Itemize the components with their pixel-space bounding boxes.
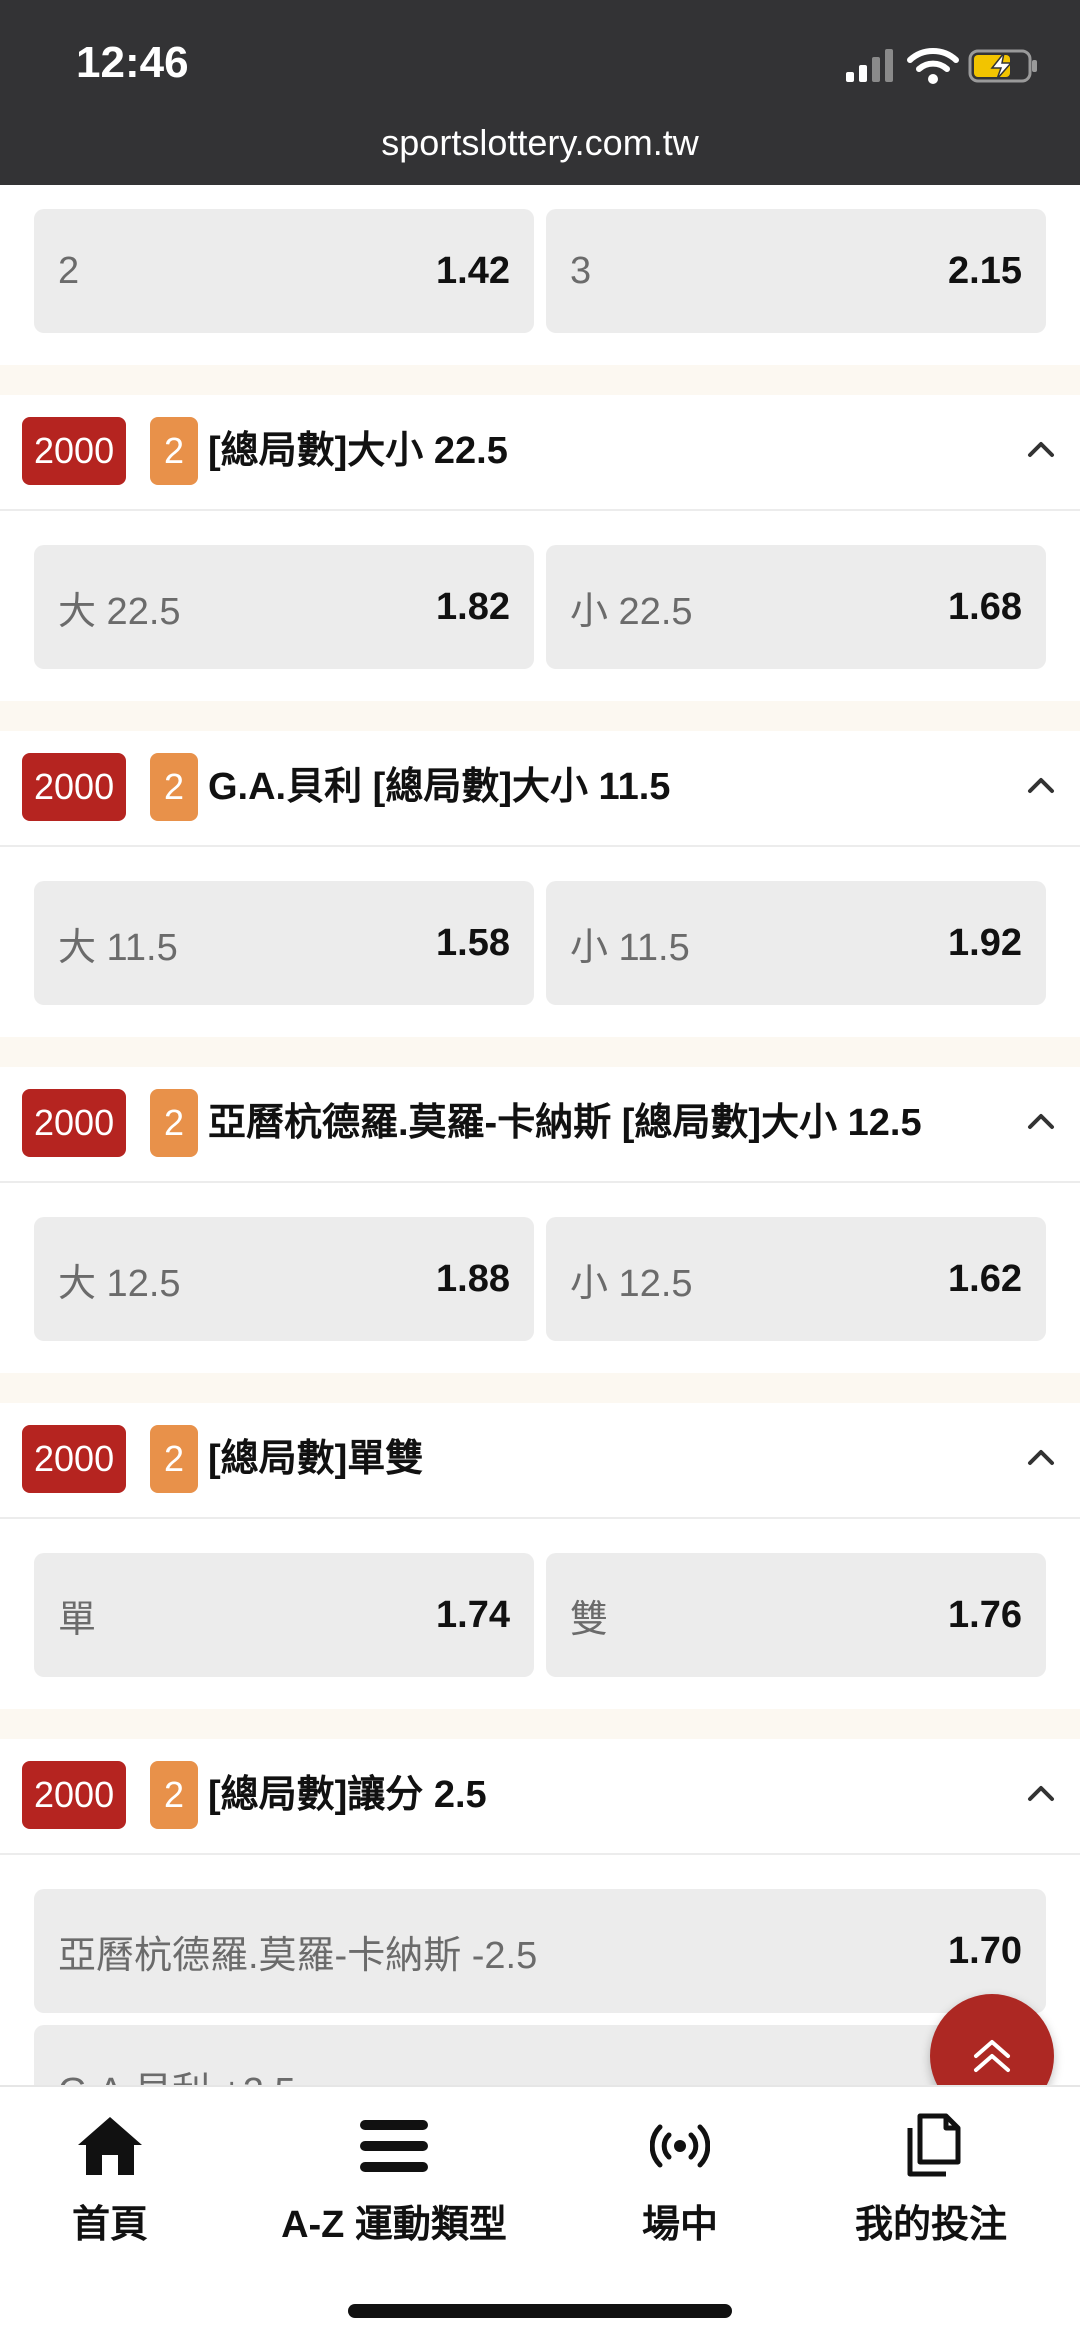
live-broadcast-icon: [650, 2124, 710, 2168]
wifi-icon: [907, 48, 959, 84]
odds-row: 大 22.5 1.82 小 22.5 1.68: [34, 545, 1046, 669]
tab-sports-az[interactable]: A-Z 運動類型: [254, 2111, 534, 2248]
odds-value: 1.74: [436, 1593, 510, 1636]
odds-label: 小 12.5: [570, 1262, 693, 1305]
odds-row: G.A.貝利 +2.5: [34, 2025, 1046, 2085]
odds-button[interactable]: 小 11.5 1.92: [546, 881, 1046, 1005]
chevron-up-icon[interactable]: [1026, 1783, 1056, 1803]
double-chevron-up-icon: [974, 2040, 1010, 2072]
market-id-badge: 2000: [22, 753, 127, 821]
market-id-badge: 2000: [22, 1761, 127, 1829]
tab-live[interactable]: 場中: [600, 2111, 760, 2248]
odds-row: 大 11.5 1.58 小 11.5 1.92: [34, 881, 1046, 1005]
odds-value: 1.68: [948, 585, 1022, 628]
odds-label: 大 11.5: [58, 926, 178, 969]
section-separator: [0, 365, 1080, 395]
tab-home[interactable]: 首頁: [30, 2111, 190, 2248]
odds-button[interactable]: 小 12.5 1.62: [546, 1217, 1046, 1341]
odds-label: 大 22.5: [58, 590, 181, 633]
market-id-badge: 2000: [22, 1089, 127, 1157]
market-header[interactable]: 2000 2 [總局數]讓分 2.5: [0, 1739, 1080, 1855]
odds-button[interactable]: 亞曆杭德羅.莫羅-卡納斯 -2.5 1.70: [34, 1889, 1046, 2013]
home-indicator: [348, 2304, 732, 2318]
odds-label: 雙: [570, 1598, 609, 1641]
odds-label: 單: [58, 1598, 97, 1641]
odds-button[interactable]: 3 2.15: [546, 209, 1046, 333]
chevron-up-icon[interactable]: [1026, 775, 1056, 795]
tab-my-bets[interactable]: 我的投注: [836, 2111, 1026, 2248]
odds-value: 1.70: [948, 1929, 1022, 1972]
odds-value: 1.88: [436, 1257, 510, 1300]
odds-label: 小 22.5: [570, 590, 693, 633]
section-separator: [0, 701, 1080, 731]
section-separator: [0, 1373, 1080, 1403]
market-count-badge: 2: [150, 1761, 198, 1829]
odds-button[interactable]: 雙 1.76: [546, 1553, 1046, 1677]
odds-value: 1.62: [948, 1257, 1022, 1300]
odds-value: 1.92: [948, 921, 1022, 964]
odds-label: 2: [58, 249, 80, 292]
market-count-badge: 2: [150, 417, 198, 485]
odds-value: 1.42: [436, 249, 510, 292]
cellular-signal-icon: [846, 49, 893, 82]
bottom-tab-bar: 首頁 A-Z 運動類型 場中 我的投注: [0, 2085, 1080, 2339]
chevron-up-icon[interactable]: [1026, 439, 1056, 459]
market-title: [總局數]單雙: [208, 1438, 424, 1480]
status-bar: 12:46 sportslottery.com.tw: [0, 0, 1080, 185]
tab-label: 場中: [641, 2204, 718, 2246]
odds-button[interactable]: 小 22.5 1.68: [546, 545, 1046, 669]
battery-charging-icon: [968, 49, 1037, 83]
odds-label: 小 11.5: [570, 926, 690, 969]
odds-button[interactable]: 大 22.5 1.82: [34, 545, 534, 669]
chevron-up-icon[interactable]: [1026, 1111, 1056, 1131]
chevron-up-icon[interactable]: [1026, 1447, 1056, 1467]
odds-row: 亞曆杭德羅.莫羅-卡納斯 -2.5 1.70: [34, 1889, 1046, 2013]
market-count-badge: 2: [150, 1089, 198, 1157]
odds-value: 1.82: [436, 585, 510, 628]
tab-label: 我的投注: [854, 2204, 1007, 2246]
market-header[interactable]: 2000 2 G.A.貝利 [總局數]大小 11.5: [0, 731, 1080, 847]
odds-button[interactable]: 大 12.5 1.88: [34, 1217, 534, 1341]
odds-button[interactable]: G.A.貝利 +2.5: [34, 2025, 1046, 2085]
market-id-badge: 2000: [22, 1425, 127, 1493]
odds-row: 大 12.5 1.88 小 12.5 1.62: [34, 1217, 1046, 1341]
odds-label: 亞曆杭德羅.莫羅-卡納斯 -2.5: [58, 1934, 538, 1977]
market-title: G.A.貝利 [總局數]大小 11.5: [208, 766, 671, 808]
odds-button[interactable]: 2 1.42: [34, 209, 534, 333]
tab-label: 首頁: [71, 2204, 148, 2246]
browser-url[interactable]: sportslottery.com.tw: [0, 122, 1080, 164]
home-icon: [78, 2117, 142, 2175]
section-separator: [0, 1037, 1080, 1067]
odds-label: G.A.貝利 +2.5: [58, 2060, 296, 2086]
market-id-badge: 2000: [22, 417, 127, 485]
market-title: [總局數]大小 22.5: [208, 430, 508, 472]
tab-label: A-Z 運動類型: [281, 2204, 507, 2246]
market-header[interactable]: 2000 2 [總局數]大小 22.5: [0, 395, 1080, 511]
market-list: 2 1.42 3 2.15 2000 2 [總局數]大小 22.5 大 22.5…: [0, 185, 1080, 2085]
odds-value: 1.76: [948, 1593, 1022, 1636]
section-separator: [0, 1709, 1080, 1739]
odds-label: 大 12.5: [58, 1262, 181, 1305]
status-time: 12:46: [76, 38, 189, 87]
market-title: 亞曆杭德羅.莫羅-卡納斯 [總局數]大小 12.5: [208, 1102, 922, 1144]
odds-button[interactable]: 單 1.74: [34, 1553, 534, 1677]
market-count-badge: 2: [150, 753, 198, 821]
odds-row: 單 1.74 雙 1.76: [34, 1553, 1046, 1677]
odds-value: 1.58: [436, 921, 510, 964]
menu-icon: [360, 2120, 428, 2172]
market-title: [總局數]讓分 2.5: [208, 1774, 487, 1816]
odds-label: 3: [570, 249, 592, 292]
market-header[interactable]: 2000 2 [總局數]單雙: [0, 1403, 1080, 1519]
market-header[interactable]: 2000 2 亞曆杭德羅.莫羅-卡納斯 [總局數]大小 12.5: [0, 1067, 1080, 1183]
odds-value: 2.15: [948, 249, 1022, 292]
market-count-badge: 2: [150, 1425, 198, 1493]
odds-button[interactable]: 大 11.5 1.58: [34, 881, 534, 1005]
bet-slip-icon: [907, 2113, 961, 2177]
odds-row: 2 1.42 3 2.15: [34, 209, 1046, 333]
